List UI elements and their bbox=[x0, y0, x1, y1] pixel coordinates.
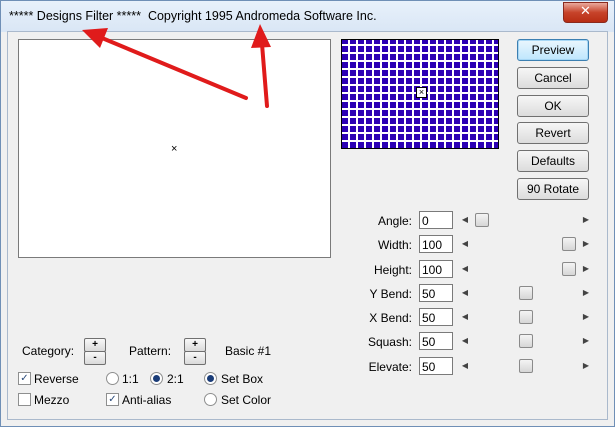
close-button[interactable]: ✕ bbox=[563, 2, 608, 23]
x-bend-label: X Bend: bbox=[369, 311, 412, 325]
height-left-arrow-icon[interactable]: ◀ bbox=[458, 261, 472, 277]
elevate-input[interactable]: 50 bbox=[419, 357, 453, 375]
angle-input[interactable]: 0 bbox=[419, 211, 453, 229]
anti-alias-label[interactable]: Anti-alias bbox=[122, 393, 171, 407]
category-minus-button[interactable]: - bbox=[84, 351, 106, 365]
squash-slider[interactable]: ◀ ▶ bbox=[458, 333, 593, 349]
height-input[interactable]: 100 bbox=[419, 260, 453, 278]
set-color-label[interactable]: Set Color bbox=[221, 393, 271, 407]
ok-button[interactable]: OK bbox=[517, 95, 589, 117]
elevate-right-arrow-icon[interactable]: ▶ bbox=[579, 358, 593, 374]
pattern-preview[interactable]: × bbox=[341, 39, 499, 149]
radio-dot-icon bbox=[153, 375, 160, 382]
angle-left-arrow-icon[interactable]: ◀ bbox=[458, 212, 472, 228]
squash-input[interactable]: 50 bbox=[419, 332, 453, 350]
elevate-slider[interactable]: ◀ ▶ bbox=[458, 358, 593, 374]
width-left-arrow-icon[interactable]: ◀ bbox=[458, 236, 472, 252]
anti-alias-checkbox[interactable]: ✓ bbox=[106, 393, 119, 406]
elevate-slider-thumb[interactable] bbox=[519, 359, 533, 373]
y-bend-slider[interactable]: ◀ ▶ bbox=[458, 285, 593, 301]
image-preview-area[interactable]: × bbox=[18, 39, 331, 258]
x-bend-input[interactable]: 50 bbox=[419, 308, 453, 326]
category-plus-button[interactable]: + bbox=[84, 338, 106, 352]
angle-slider-thumb[interactable] bbox=[475, 213, 489, 227]
y-bend-label: Y Bend: bbox=[369, 287, 412, 301]
height-slider[interactable]: ◀ ▶ bbox=[458, 261, 593, 277]
cancel-button[interactable]: Cancel bbox=[517, 67, 589, 89]
height-label: Height: bbox=[373, 263, 412, 277]
width-right-arrow-icon[interactable]: ▶ bbox=[579, 236, 593, 252]
angle-right-arrow-icon[interactable]: ▶ bbox=[579, 212, 593, 228]
defaults-button[interactable]: Defaults bbox=[517, 150, 589, 172]
x-bend-slider[interactable]: ◀ ▶ bbox=[458, 309, 593, 325]
width-input[interactable]: 100 bbox=[419, 235, 453, 253]
angle-label: Angle: bbox=[377, 214, 412, 228]
rotate-90-button[interactable]: 90 Rotate bbox=[517, 178, 589, 200]
height-right-arrow-icon[interactable]: ▶ bbox=[579, 261, 593, 277]
y-bend-input[interactable]: 50 bbox=[419, 284, 453, 302]
category-label: Category: bbox=[22, 344, 75, 358]
window-title: ***** Designs Filter ***** Copyright 199… bbox=[9, 9, 377, 23]
dialog-client-area: × × Preview Cancel OK Revert Defaults 90… bbox=[7, 31, 608, 420]
x-bend-right-arrow-icon[interactable]: ▶ bbox=[579, 309, 593, 325]
pattern-label: Pattern: bbox=[129, 344, 172, 358]
y-bend-left-arrow-icon[interactable]: ◀ bbox=[458, 285, 472, 301]
width-slider[interactable]: ◀ ▶ bbox=[458, 236, 593, 252]
squash-slider-thumb[interactable] bbox=[519, 334, 533, 348]
ratio-1-1-radio[interactable] bbox=[106, 372, 119, 385]
x-bend-slider-thumb[interactable] bbox=[519, 310, 533, 324]
y-bend-slider-thumb[interactable] bbox=[519, 286, 533, 300]
elevate-left-arrow-icon[interactable]: ◀ bbox=[458, 358, 472, 374]
width-slider-thumb[interactable] bbox=[562, 237, 576, 251]
ratio-2-1-label[interactable]: 2:1 bbox=[167, 372, 184, 386]
squash-label: Squash: bbox=[367, 335, 412, 349]
crosshair-icon: × bbox=[171, 143, 178, 155]
angle-slider[interactable]: ◀ ▶ bbox=[458, 212, 593, 228]
revert-button[interactable]: Revert bbox=[517, 122, 589, 144]
pattern-cursor-icon: × bbox=[416, 87, 427, 98]
preview-button[interactable]: Preview bbox=[517, 39, 589, 61]
title-bar[interactable]: ***** Designs Filter ***** Copyright 199… bbox=[1, 1, 614, 32]
pattern-plus-button[interactable]: + bbox=[184, 338, 206, 352]
mezzo-label[interactable]: Mezzo bbox=[34, 393, 69, 407]
pattern-name: Basic #1 bbox=[225, 344, 272, 358]
squash-right-arrow-icon[interactable]: ▶ bbox=[579, 333, 593, 349]
x-bend-left-arrow-icon[interactable]: ◀ bbox=[458, 309, 472, 325]
squash-left-arrow-icon[interactable]: ◀ bbox=[458, 333, 472, 349]
mezzo-checkbox[interactable] bbox=[18, 393, 31, 406]
set-box-radio[interactable] bbox=[204, 372, 217, 385]
elevate-label: Elevate: bbox=[368, 360, 412, 374]
y-bend-right-arrow-icon[interactable]: ▶ bbox=[579, 285, 593, 301]
reverse-checkbox[interactable]: ✓ bbox=[18, 372, 31, 385]
width-label: Width: bbox=[377, 238, 412, 252]
set-color-radio[interactable] bbox=[204, 393, 217, 406]
height-slider-thumb[interactable] bbox=[562, 262, 576, 276]
reverse-label[interactable]: Reverse bbox=[34, 372, 79, 386]
radio-dot-icon bbox=[207, 375, 214, 382]
ratio-2-1-radio[interactable] bbox=[150, 372, 163, 385]
ratio-1-1-label[interactable]: 1:1 bbox=[122, 372, 139, 386]
set-box-label[interactable]: Set Box bbox=[221, 372, 263, 386]
pattern-minus-button[interactable]: - bbox=[184, 351, 206, 365]
close-icon: ✕ bbox=[580, 4, 591, 19]
